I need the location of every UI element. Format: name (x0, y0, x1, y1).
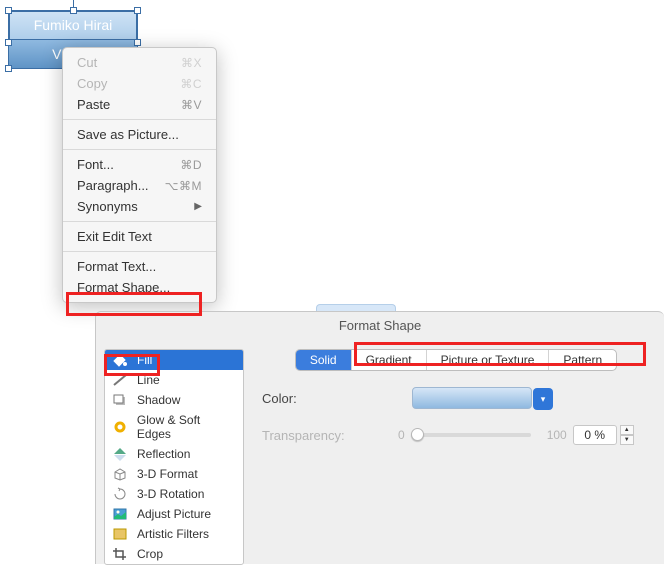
orgchart-name[interactable]: Fumiko Hirai (9, 11, 137, 40)
sidebar-item-label: 3-D Format (137, 467, 198, 481)
format-shape-window: Format Shape Fill Line Shadow Glow & Sof… (95, 311, 664, 564)
sidebar-item-label: 3-D Rotation (137, 487, 204, 501)
context-menu: Cut ⌘X Copy ⌘C Paste ⌘V Save as Picture.… (62, 47, 217, 303)
submenu-arrow-icon: ▶ (194, 201, 202, 212)
sidebar-item-label: Line (137, 373, 160, 387)
sidebar-item-artistic-filters[interactable]: Artistic Filters (105, 524, 243, 544)
menu-save-as-picture[interactable]: Save as Picture... (63, 124, 216, 145)
tab-picture-or-texture[interactable]: Picture or Texture (427, 350, 550, 370)
menu-separator (63, 221, 216, 222)
sidebar-item-fill[interactable]: Fill (105, 350, 243, 370)
shortcut: ⌘X (181, 56, 202, 70)
sidebar-item-line[interactable]: Line (105, 370, 243, 390)
rotation-icon (111, 487, 129, 501)
tab-gradient[interactable]: Gradient (352, 350, 427, 370)
sidebar-item-shadow[interactable]: Shadow (105, 390, 243, 410)
sidebar-item-label: Crop (137, 547, 163, 561)
menu-separator (63, 119, 216, 120)
resize-handle-tr[interactable] (134, 7, 141, 14)
menu-label: Exit Edit Text (77, 229, 152, 244)
sidebar-item-3d-rotation[interactable]: 3-D Rotation (105, 484, 243, 504)
color-row: Color: ▾ (262, 387, 650, 409)
menu-format-shape[interactable]: Format Shape... (63, 277, 216, 298)
sidebar-item-3d-format[interactable]: 3-D Format (105, 464, 243, 484)
resize-handle-bl[interactable] (5, 65, 12, 72)
sidebar-item-adjust-picture[interactable]: Adjust Picture (105, 504, 243, 524)
sidebar-item-label: Shadow (137, 393, 180, 407)
sidebar-item-label: Fill (137, 353, 152, 367)
menu-label: Copy (77, 76, 107, 91)
menu-label: Format Text... (77, 259, 156, 274)
format-shape-main: Solid Gradient Picture or Texture Patter… (244, 343, 664, 565)
paint-bucket-icon (111, 353, 129, 367)
menu-label: Paste (77, 97, 110, 112)
slider-knob[interactable] (411, 428, 424, 441)
menu-label: Paragraph... (77, 178, 149, 193)
shadow-icon (111, 393, 129, 407)
line-icon (111, 373, 129, 387)
color-dropdown-icon[interactable]: ▾ (533, 388, 553, 410)
menu-label: Cut (77, 55, 97, 70)
sidebar-item-label: Reflection (137, 447, 190, 461)
menu-paragraph[interactable]: Paragraph... ⌥⌘M (63, 175, 216, 196)
sidebar-item-label: Artistic Filters (137, 527, 209, 541)
menu-label: Format Shape... (77, 280, 170, 295)
shortcut: ⌘C (180, 77, 202, 91)
tab-solid[interactable]: Solid (296, 350, 352, 370)
stepper-down-icon[interactable]: ▼ (620, 435, 634, 445)
transparency-slider[interactable] (411, 433, 531, 437)
sidebar-item-crop[interactable]: Crop (105, 544, 243, 564)
shortcut: ⌘V (181, 98, 202, 112)
cube-icon (111, 467, 129, 481)
glow-icon (111, 420, 129, 434)
transparency-label: Transparency: (262, 428, 392, 443)
resize-handle-ml[interactable] (5, 39, 12, 46)
shortcut: ⌘D (180, 158, 202, 172)
menu-label: Font... (77, 157, 114, 172)
menu-copy: Copy ⌘C (63, 73, 216, 94)
menu-cut: Cut ⌘X (63, 52, 216, 73)
menu-label: Synonyms (77, 199, 138, 214)
menu-format-text[interactable]: Format Text... (63, 256, 216, 277)
sidebar-item-glow[interactable]: Glow & Soft Edges (105, 410, 243, 444)
color-well[interactable]: ▾ (412, 387, 532, 409)
resize-handle-mr[interactable] (134, 39, 141, 46)
transparency-row: Transparency: 0 100 0 % ▲ ▼ (262, 425, 650, 445)
slider-min: 0 (398, 428, 405, 442)
menu-label: Save as Picture... (77, 127, 179, 142)
menu-exit-edit-text[interactable]: Exit Edit Text (63, 226, 216, 247)
reflection-icon (111, 447, 129, 461)
menu-paste[interactable]: Paste ⌘V (63, 94, 216, 115)
resize-handle-tm[interactable] (70, 7, 77, 14)
crop-icon (111, 547, 129, 561)
shortcut: ⌥⌘M (165, 179, 202, 193)
sidebar-item-reflection[interactable]: Reflection (105, 444, 243, 464)
sidebar-item-label: Glow & Soft Edges (137, 413, 237, 441)
menu-separator (63, 149, 216, 150)
transparency-value[interactable]: 0 % (573, 425, 617, 445)
menu-separator (63, 251, 216, 252)
picture-icon (111, 507, 129, 521)
fill-type-tabs: Solid Gradient Picture or Texture Patter… (295, 349, 617, 371)
window-title: Format Shape (96, 312, 664, 343)
tab-pattern[interactable]: Pattern (549, 350, 616, 370)
format-shape-sidebar: Fill Line Shadow Glow & Soft Edges Refle… (104, 349, 244, 565)
transparency-stepper[interactable]: ▲ ▼ (620, 425, 634, 445)
sidebar-item-label: Adjust Picture (137, 507, 211, 521)
color-label: Color: (262, 391, 392, 406)
resize-handle-tl[interactable] (5, 7, 12, 14)
menu-font[interactable]: Font... ⌘D (63, 154, 216, 175)
slider-max: 100 (547, 428, 567, 442)
menu-synonyms[interactable]: Synonyms ▶ (63, 196, 216, 217)
stepper-up-icon[interactable]: ▲ (620, 425, 634, 435)
filters-icon (111, 527, 129, 541)
